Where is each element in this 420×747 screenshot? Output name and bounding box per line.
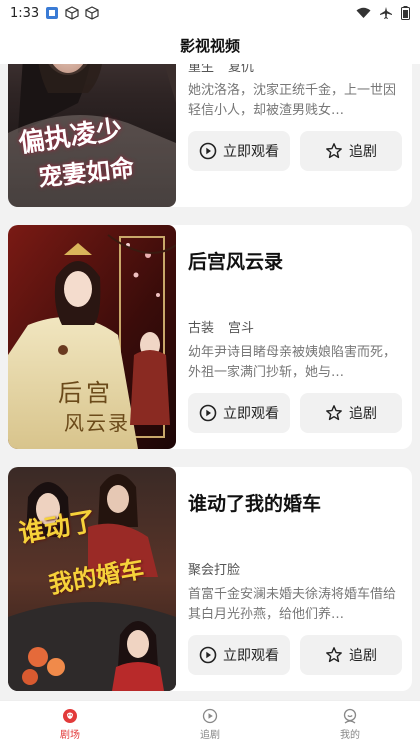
watch-now-label: 立即观看 (223, 406, 279, 422)
drama-info: 谁动了我的婚车 聚会打脸 首富千金安澜未婚夫徐涛将婚车借给其白月光孙燕，给他们养… (188, 467, 402, 691)
drama-info: 后宫风云录 古装 宫斗 幼年尹诗目睹母亲被姨娘陷害而死，外祖一家满门抄斩，她与…… (188, 225, 402, 449)
play-circle-icon (199, 404, 217, 422)
follow-drama-label: 追剧 (349, 648, 377, 664)
drama-feed[interactable]: 偏执凌少 宠妻如命 重生 复仇 她沈洛洛，沈家正统千金，上一世因轻信小人，却被渣… (0, 64, 420, 700)
drama-poster[interactable]: 后宫 风云录 (8, 225, 176, 449)
drama-tag: 古装 (188, 321, 215, 336)
star-icon (326, 143, 342, 159)
follow-drama-label: 追剧 (349, 406, 377, 422)
drama-title: 谁动了我的婚车 (188, 493, 322, 515)
tab-theater[interactable]: 剧场 (0, 701, 140, 747)
profile-icon (343, 708, 357, 724)
drama-info: 重生 复仇 她沈洛洛，沈家正统千金，上一世因轻信小人，却被渣男贱女… 立即观看 … (188, 64, 402, 207)
poster-title-line: 风云录 (64, 411, 130, 435)
watch-now-label: 立即观看 (223, 144, 279, 160)
drama-card[interactable]: 谁动了 我的婚车 谁动了我的婚车 聚会打脸 首富千金安澜未婚夫徐涛将婚车借给其白… (8, 467, 412, 691)
drama-tag: 复仇 (228, 64, 255, 75)
play-circle-icon (202, 708, 218, 723)
tab-label: 我的 (340, 729, 360, 741)
play-circle-icon (199, 646, 217, 664)
tab-label: 剧场 (60, 729, 80, 741)
status-system-icons (356, 6, 410, 20)
follow-drama-button[interactable]: 追剧 (300, 393, 402, 433)
drama-poster[interactable]: 谁动了 我的婚车 (8, 467, 176, 691)
status-notification-icons (45, 6, 99, 20)
app-header: 影视视频 (0, 26, 420, 64)
wifi-icon (356, 7, 371, 18)
cube-icon (65, 6, 79, 20)
watch-now-label: 立即观看 (223, 648, 279, 664)
bottom-tab-bar: 剧场 追剧 我的 (0, 700, 420, 747)
tab-following[interactable]: 追剧 (140, 701, 280, 747)
play-circle-icon (199, 142, 217, 160)
follow-drama-button[interactable]: 追剧 (300, 131, 402, 171)
drama-tag: 宫斗 (228, 321, 255, 336)
theater-icon (63, 708, 77, 723)
cube-icon (85, 6, 99, 20)
watch-now-button[interactable]: 立即观看 (188, 635, 290, 675)
tab-profile[interactable]: 我的 (280, 701, 420, 747)
star-icon (326, 647, 342, 663)
airplane-icon (380, 7, 392, 19)
page-title: 影视视频 (179, 36, 240, 55)
drama-tag: 聚会打脸 (188, 563, 241, 578)
battery-icon (401, 6, 410, 20)
watch-now-button[interactable]: 立即观看 (188, 131, 290, 171)
star-icon (326, 405, 342, 421)
watch-now-button[interactable]: 立即观看 (188, 393, 290, 433)
follow-drama-button[interactable]: 追剧 (300, 635, 402, 675)
drama-tags: 古装 宫斗 (188, 317, 254, 336)
follow-drama-label: 追剧 (349, 144, 377, 160)
drama-description: 她沈洛洛，沈家正统千金，上一世因轻信小人，却被渣男贱女… (188, 83, 397, 118)
drama-description: 首富千金安澜未婚夫徐涛将婚车借给其白月光孙燕，给他们养… (188, 587, 397, 622)
status-bar: 1:33 (0, 0, 420, 26)
drama-card[interactable]: 后宫 风云录 后宫风云录 古装 宫斗 幼年尹诗目睹母亲被姨娘陷害而死，外祖一家满… (8, 225, 412, 449)
drama-tags: 聚会打脸 (188, 559, 240, 578)
status-time: 1:33 (10, 5, 40, 21)
poster-title-line: 后宫 (58, 379, 114, 407)
drama-title: 后宫风云录 (188, 251, 284, 273)
tab-label: 追剧 (200, 729, 220, 741)
drama-card[interactable]: 偏执凌少 宠妻如命 重生 复仇 她沈洛洛，沈家正统千金，上一世因轻信小人，却被渣… (8, 64, 412, 207)
drama-tag: 重生 (188, 64, 215, 75)
drama-poster[interactable]: 偏执凌少 宠妻如命 (8, 64, 176, 207)
drama-tags: 重生 复仇 (188, 64, 254, 75)
app-notification-icon (46, 7, 59, 19)
drama-description: 幼年尹诗目睹母亲被姨娘陷害而死，外祖一家满门抄斩，她与… (188, 345, 397, 380)
